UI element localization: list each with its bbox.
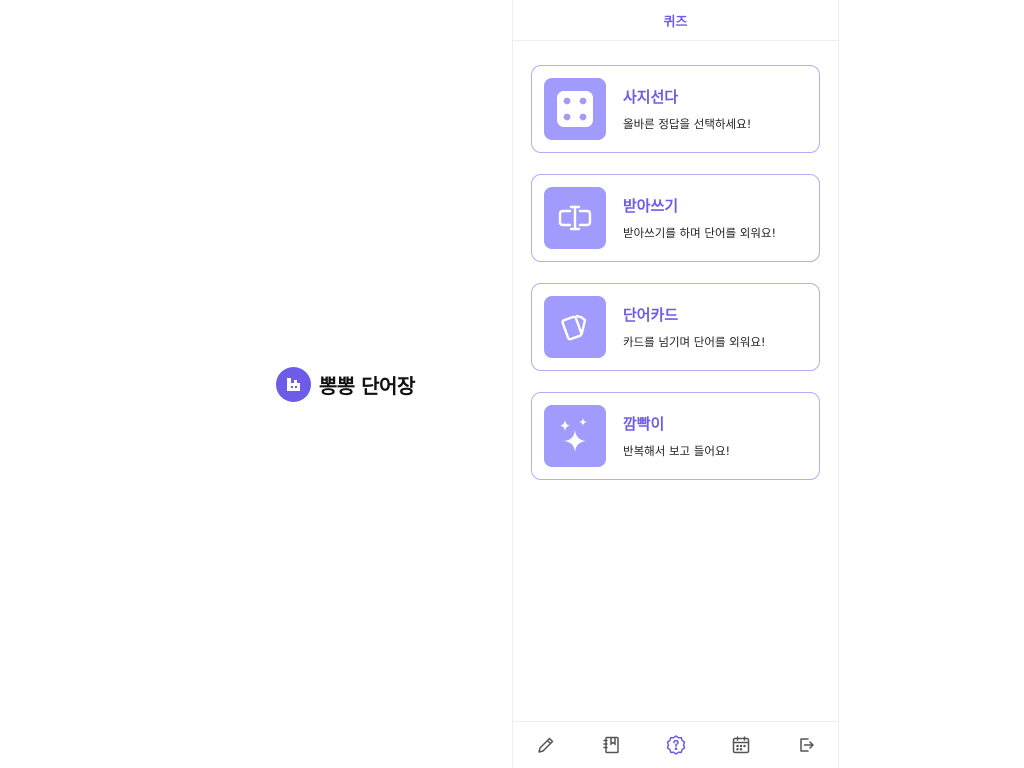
tab-quiz[interactable] (658, 727, 694, 763)
tab-logout[interactable] (788, 727, 824, 763)
quiz-card-dictation[interactable]: 받아쓰기 받아쓰기를 하며 단어를 외워요! (531, 174, 820, 262)
quiz-card-description: 반복해서 보고 들어요! (623, 444, 731, 458)
quiz-card-word-cards[interactable]: 단어카드 카드를 넘기며 단어를 외워요! (531, 283, 820, 371)
page-title: 퀴즈 (663, 14, 688, 30)
bottom-tab-bar (513, 721, 838, 768)
sparkles-icon (544, 405, 606, 467)
cards-icon (544, 296, 606, 358)
quiz-card-description: 받아쓰기를 하며 단어를 외워요! (623, 226, 777, 240)
quiz-card-title: 단어카드 (623, 306, 679, 324)
building-icon (276, 366, 311, 402)
quiz-card-description: 올바른 정답을 선택하세요! (623, 117, 752, 131)
logout-icon (799, 738, 814, 752)
quiz-card-title: 사지선다 (623, 88, 679, 106)
brand-name: 뽕뽕 단어장 (319, 373, 415, 398)
quiz-badge-icon (666, 735, 685, 755)
brand: 뽕뽕 단어장 (276, 366, 415, 402)
quiz-card-title: 깜빡이 (623, 415, 665, 433)
calendar-icon (732, 736, 749, 754)
tab-calendar[interactable] (723, 727, 759, 763)
quiz-card-multiple-choice[interactable]: 사지선다 올바른 정답을 선택하세요! (531, 65, 820, 153)
quiz-card-flash[interactable]: 깜빡이 반복해서 보고 들어요! (531, 392, 820, 480)
tab-wordbook[interactable] (593, 727, 629, 763)
text-cursor-icon (544, 187, 606, 249)
app-frame: 퀴즈 사지선다 올바른 정답을 선택하세요! 받아쓰기 받아쓰기를 하며 단어를… (512, 0, 839, 768)
header: 퀴즈 (513, 0, 838, 41)
pencil-icon (537, 737, 553, 753)
notebook-icon (602, 736, 619, 754)
dice-icon (544, 78, 606, 140)
tab-write[interactable] (528, 727, 564, 763)
quiz-card-title: 받아쓰기 (623, 197, 679, 215)
quiz-card-description: 카드를 넘기며 단어를 외워요! (623, 335, 766, 349)
